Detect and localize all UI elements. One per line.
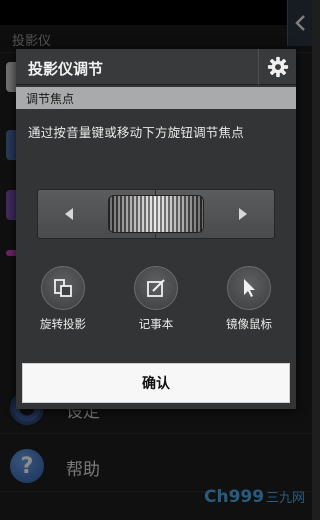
rotate-projection-label: 旋转投影 bbox=[40, 317, 86, 331]
notepad-button[interactable]: 记事本 bbox=[121, 266, 191, 336]
mirror-mouse-button[interactable]: 镜像鼠标 bbox=[214, 266, 284, 336]
mouse-pointer-icon bbox=[227, 266, 271, 310]
mirror-mouse-label: 镜像鼠标 bbox=[226, 317, 272, 331]
section-header: 调节焦点 bbox=[16, 87, 296, 109]
confirm-label: 确认 bbox=[142, 376, 170, 392]
focus-knob[interactable] bbox=[108, 195, 204, 233]
section-header-label: 调节焦点 bbox=[26, 92, 75, 106]
rotate-projection-icon bbox=[41, 266, 85, 310]
triangle-right-icon bbox=[239, 208, 247, 220]
triangle-left-icon bbox=[65, 208, 73, 220]
action-row: 旋转投影 记事本 镜像鼠标 bbox=[16, 266, 296, 336]
rotate-projection-button[interactable]: 旋转投影 bbox=[28, 266, 98, 336]
dialog-title-bar: 投影仪调节 bbox=[16, 49, 296, 85]
notepad-label: 记事本 bbox=[138, 317, 174, 331]
settings-button[interactable] bbox=[258, 49, 296, 85]
focus-instruction: 通过按音量键或移动下方旋钮调节焦点 bbox=[28, 125, 244, 140]
gear-icon bbox=[267, 56, 288, 78]
confirm-button[interactable]: 确认 bbox=[22, 363, 290, 403]
notepad-icon bbox=[134, 266, 178, 310]
focus-control bbox=[37, 189, 275, 239]
projector-adjust-dialog: 投影仪调节 调节焦点 通过按音量键或移动下方旋钮调节焦点 旋转投影 记事本 镜像… bbox=[16, 49, 296, 409]
dialog-title: 投影仪调节 bbox=[28, 60, 104, 78]
